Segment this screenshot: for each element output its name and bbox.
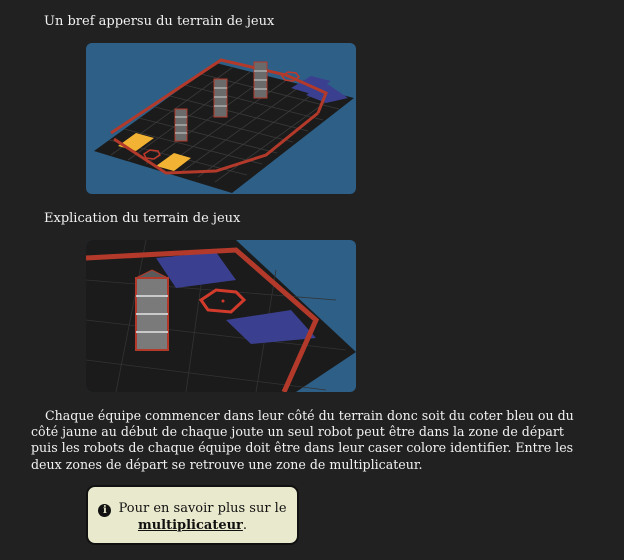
overview-heading: Un bref appersu du terrain de jeux xyxy=(44,14,275,29)
info-icon: i xyxy=(98,504,112,517)
field-description: Chaque équipe commencer dans leur côté d… xyxy=(31,408,574,472)
info-text: Pour en savoir plus sur le xyxy=(118,501,287,516)
multiplicateur-link[interactable]: multiplicateur xyxy=(138,518,243,533)
field-overview-image xyxy=(86,43,356,194)
info-box: i Pour en savoir plus sur le multiplicat… xyxy=(86,485,299,545)
explanation-heading: Explication du terrain de jeux xyxy=(44,211,241,226)
field-explanation-image xyxy=(86,240,356,392)
info-suffix: . xyxy=(242,518,248,533)
